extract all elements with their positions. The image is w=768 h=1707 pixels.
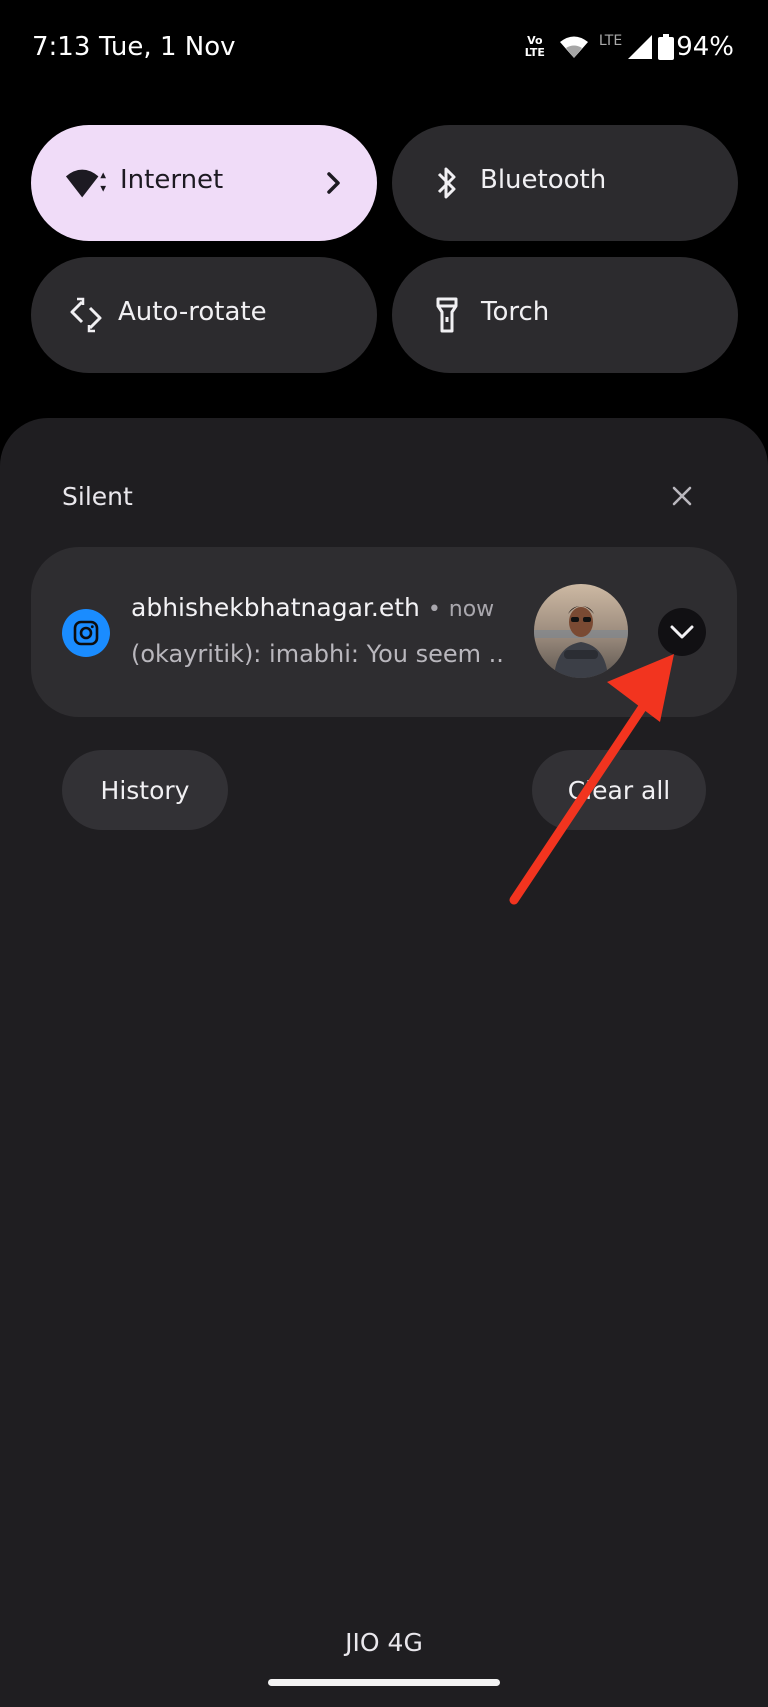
tile-label: Auto-rotate bbox=[118, 297, 267, 327]
bluetooth-icon bbox=[426, 163, 468, 203]
instagram-icon bbox=[62, 609, 110, 657]
cell-signal-icon bbox=[628, 35, 653, 59]
notification-time: now bbox=[448, 597, 495, 622]
tile-bluetooth[interactable]: Bluetooth bbox=[392, 125, 738, 241]
notification-card[interactable] bbox=[31, 547, 737, 717]
history-button[interactable]: History bbox=[62, 750, 228, 830]
notification-sender: abhishekbhatnagar.eth bbox=[131, 593, 420, 622]
status-date: Tue, 1 Nov bbox=[99, 32, 236, 62]
auto-rotate-icon bbox=[65, 295, 107, 335]
tile-torch[interactable]: Torch bbox=[392, 257, 738, 373]
chevron-down-icon bbox=[670, 625, 694, 639]
battery-percent: 94% bbox=[676, 32, 734, 62]
network-type-label: LTE bbox=[598, 33, 623, 49]
avatar bbox=[534, 584, 628, 678]
volte-icon: Vo LTE bbox=[524, 34, 545, 59]
status-time: 7:13 bbox=[32, 32, 91, 62]
clear-all-button[interactable]: Clear all bbox=[532, 750, 706, 830]
notification-title: abhishekbhatnagar.eth • now bbox=[131, 593, 494, 622]
tile-label: Bluetooth bbox=[480, 165, 607, 195]
wifi-signal-icon bbox=[559, 36, 588, 58]
tile-label: Internet bbox=[120, 165, 224, 195]
home-indicator[interactable] bbox=[268, 1679, 500, 1686]
wifi-icon bbox=[65, 163, 107, 203]
tile-internet[interactable]: Internet bbox=[31, 125, 377, 241]
status-bar: 7:13 Tue, 1 Nov Vo LTE LTE 94% bbox=[0, 0, 768, 96]
section-label-silent: Silent bbox=[62, 482, 133, 511]
notification-separator: • bbox=[427, 597, 441, 622]
tile-label: Torch bbox=[481, 297, 550, 327]
notification-body: (okayritik): imabhi: You seem .. bbox=[131, 640, 504, 668]
close-icon[interactable] bbox=[664, 478, 700, 514]
status-icons: Vo LTE LTE 94% bbox=[519, 30, 734, 64]
chevron-right-icon bbox=[327, 172, 340, 194]
battery-icon bbox=[658, 34, 675, 60]
tile-auto-rotate[interactable]: Auto-rotate bbox=[31, 257, 377, 373]
expand-button[interactable] bbox=[658, 608, 706, 656]
torch-icon bbox=[426, 295, 468, 335]
carrier-label: JIO 4G bbox=[345, 1628, 423, 1657]
